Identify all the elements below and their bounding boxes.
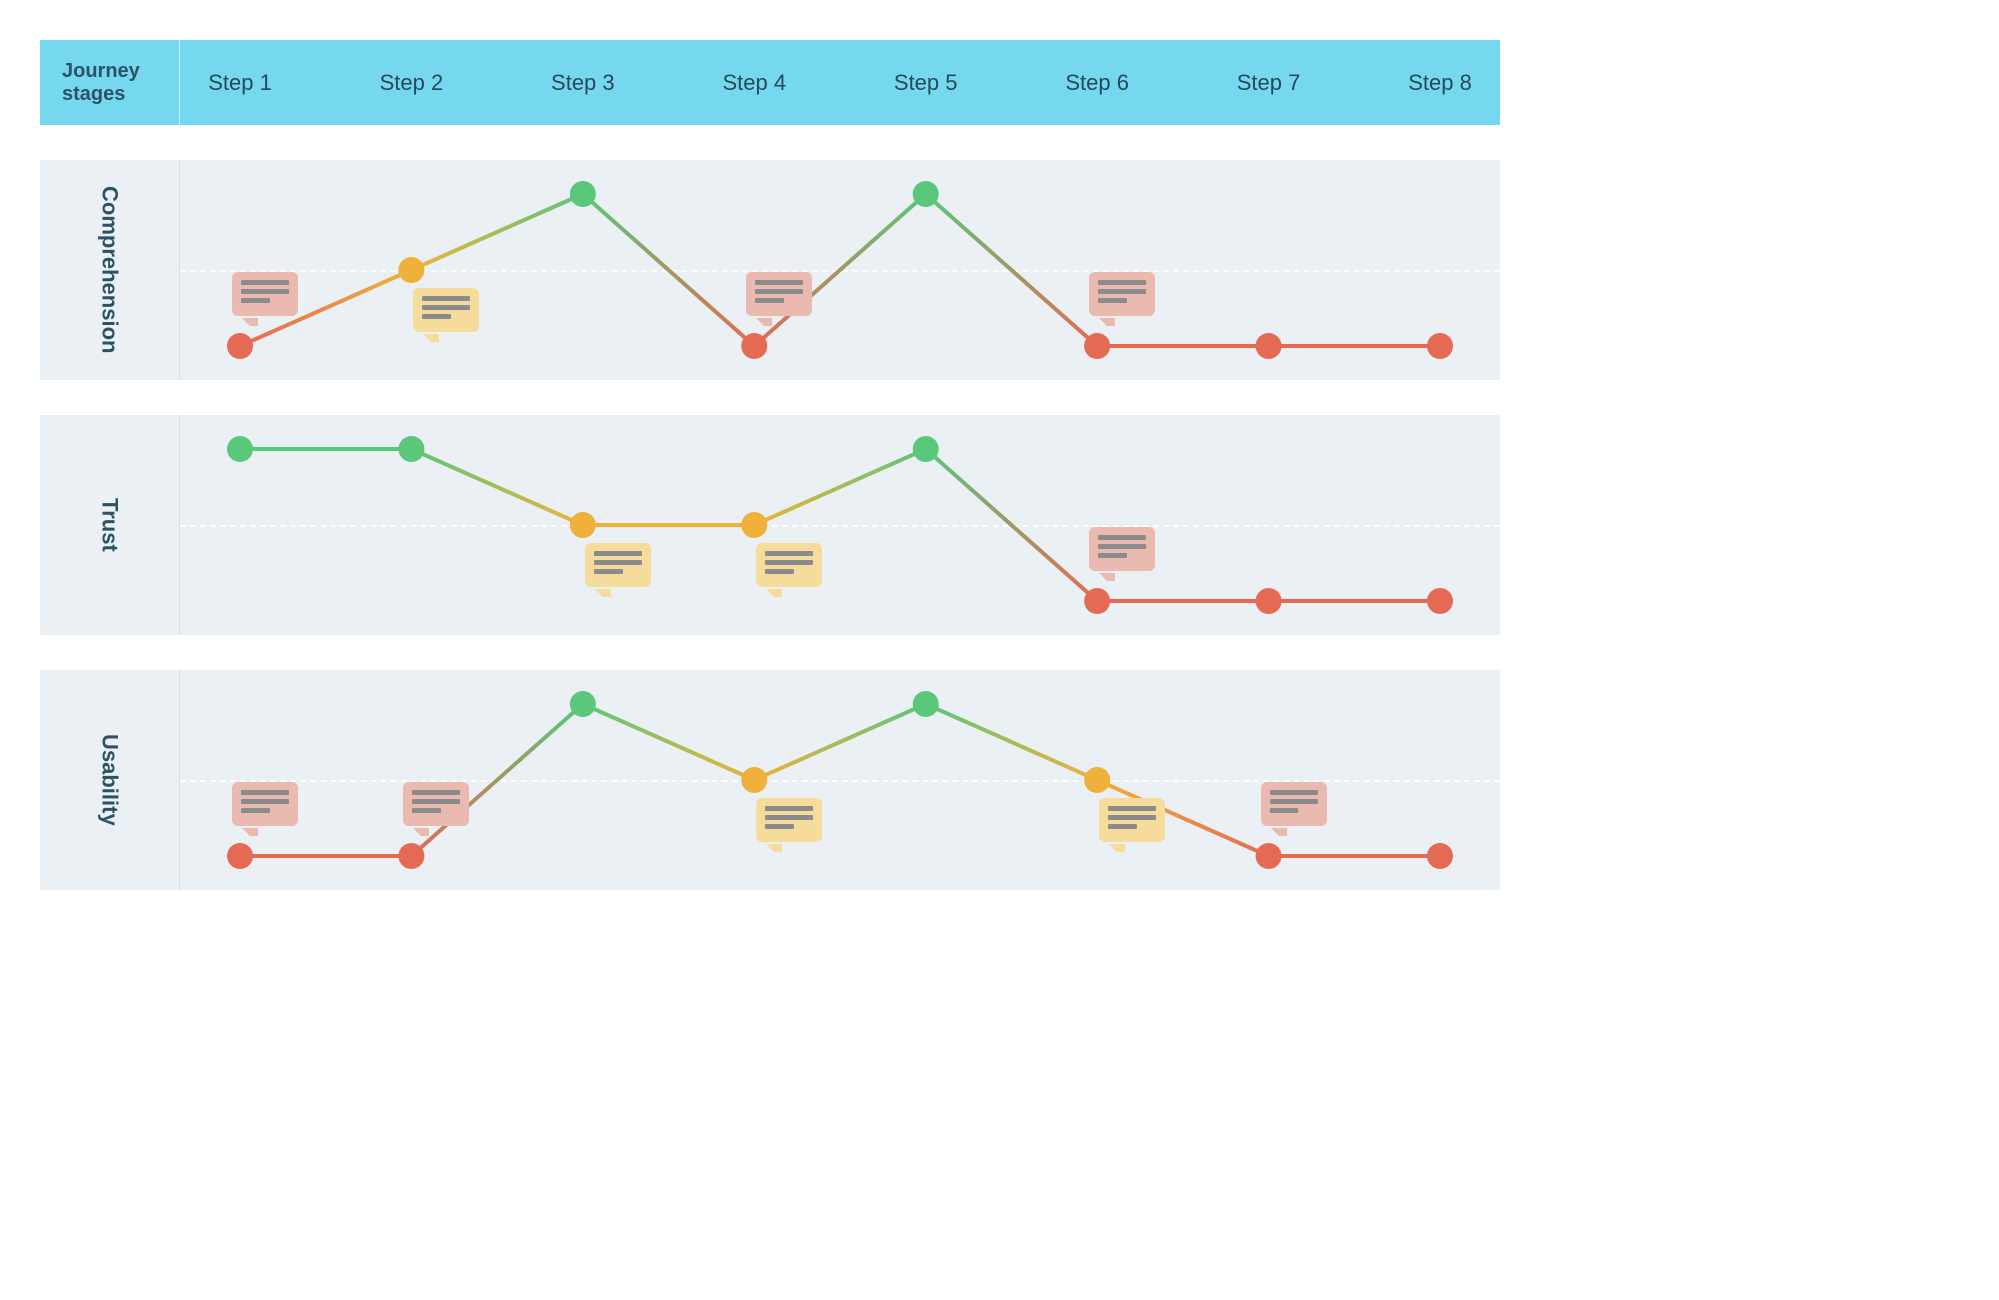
chart-point	[913, 691, 939, 717]
note-bubble-red-icon	[232, 272, 298, 316]
lane-body	[180, 415, 1500, 635]
chart-point	[1084, 588, 1110, 614]
header-step: Step 7	[1237, 70, 1301, 96]
chart-point	[227, 843, 253, 869]
lane-body	[180, 670, 1500, 890]
note-bubble-yellow-icon	[413, 288, 479, 332]
lane-label: Usability	[97, 734, 123, 826]
lane-body	[180, 160, 1500, 380]
header-steps: Step 1 Step 2 Step 3 Step 4 Step 5 Step 6 Step…	[180, 40, 1500, 125]
lane-chart	[180, 160, 1500, 380]
header-step: Step 1	[208, 70, 272, 96]
header-label-cell: Journey stages	[40, 40, 180, 125]
lanes-container: Comprehension Trust Usability	[40, 160, 1500, 890]
journey-map: Journey stages Step 1Step 2Step 3Step 4S…	[40, 40, 1500, 890]
chart-point	[1084, 333, 1110, 359]
chart-point	[1427, 588, 1453, 614]
header-step: Step 4	[722, 70, 786, 96]
lane-label: Trust	[97, 498, 123, 552]
lane-label-cell: Usability	[40, 670, 180, 890]
chart-point	[1427, 843, 1453, 869]
chart-segment	[411, 449, 582, 525]
lane-usability: Usability	[40, 670, 1500, 890]
note-bubble-yellow-icon	[756, 543, 822, 587]
chart-point	[1256, 333, 1282, 359]
chart-point	[570, 181, 596, 207]
chart-segment	[926, 449, 1097, 601]
note-bubble-yellow-icon	[1099, 798, 1165, 842]
note-bubble-red-icon	[1089, 272, 1155, 316]
note-bubble-red-icon	[746, 272, 812, 316]
lane-trust: Trust	[40, 415, 1500, 635]
note-bubble-red-icon	[1261, 782, 1327, 826]
chart-point	[741, 767, 767, 793]
chart-point	[741, 333, 767, 359]
header-label: Journey stages	[62, 60, 157, 106]
chart-segment	[583, 194, 754, 346]
chart-point	[570, 691, 596, 717]
chart-point	[913, 181, 939, 207]
note-bubble-yellow-icon	[585, 543, 651, 587]
header-step: Step 5	[894, 70, 958, 96]
chart-segment	[926, 194, 1097, 346]
chart-point	[398, 436, 424, 462]
chart-point	[570, 512, 596, 538]
chart-point	[1256, 843, 1282, 869]
lane-label: Comprehension	[97, 186, 123, 353]
chart-segment	[411, 194, 582, 270]
header-step: Step 3	[551, 70, 615, 96]
chart-segment	[754, 194, 925, 346]
chart-point	[398, 257, 424, 283]
chart-point	[227, 333, 253, 359]
header-step: Step 8	[1408, 70, 1472, 96]
lane-chart	[180, 670, 1500, 890]
note-bubble-yellow-icon	[756, 798, 822, 842]
header-row: Journey stages Step 1Step 2Step 3Step 4S…	[40, 40, 1500, 125]
lane-label-cell: Comprehension	[40, 160, 180, 380]
chart-point	[1084, 767, 1110, 793]
header-step: Step 2	[380, 70, 444, 96]
note-bubble-red-icon	[403, 782, 469, 826]
note-bubble-red-icon	[1089, 527, 1155, 571]
lane-chart	[180, 415, 1500, 635]
chart-segment	[926, 704, 1097, 780]
lane-comprehension: Comprehension	[40, 160, 1500, 380]
lane-label-cell: Trust	[40, 415, 180, 635]
chart-point	[1256, 588, 1282, 614]
chart-segment	[754, 449, 925, 525]
chart-point	[227, 436, 253, 462]
chart-point	[913, 436, 939, 462]
chart-segment	[583, 704, 754, 780]
chart-point	[1427, 333, 1453, 359]
note-bubble-red-icon	[232, 782, 298, 826]
chart-point	[741, 512, 767, 538]
chart-segment	[411, 704, 582, 856]
header-step: Step 6	[1065, 70, 1129, 96]
chart-point	[398, 843, 424, 869]
chart-segment	[754, 704, 925, 780]
